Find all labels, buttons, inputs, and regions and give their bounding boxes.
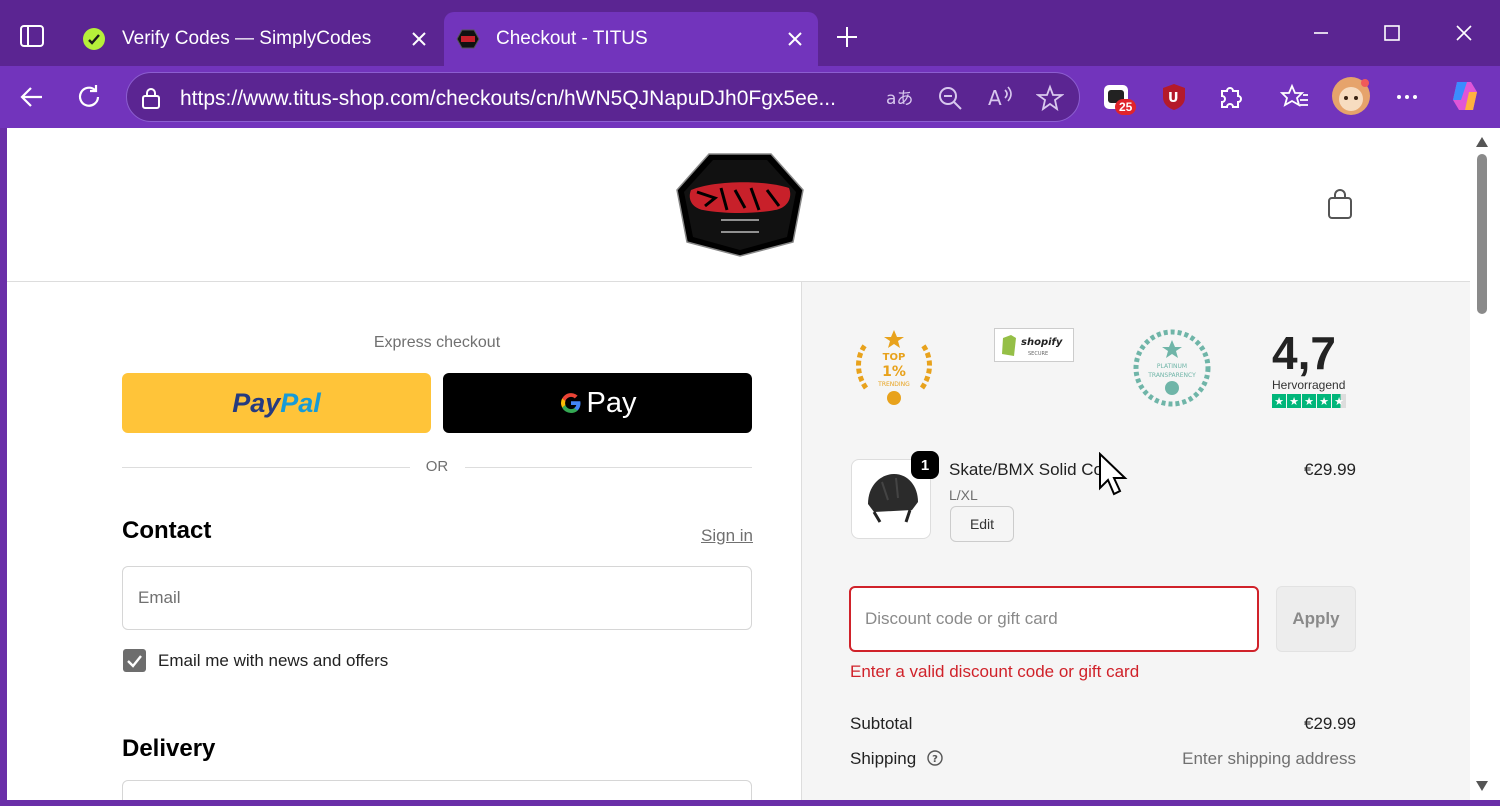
svg-text:TRANSPARENCY: TRANSPARENCY	[1147, 372, 1196, 379]
shipping-label: Shipping	[850, 749, 917, 768]
back-icon[interactable]	[17, 82, 47, 112]
browser-toolbar: https://www.titus-shop.com/checkouts/cn/…	[0, 66, 1500, 128]
checkout-form: Express checkout PayPal Pay OR Contact S…	[7, 282, 801, 800]
url-text: https://www.titus-shop.com/checkouts/cn/…	[180, 87, 836, 110]
google-pay-button[interactable]: Pay	[443, 373, 752, 433]
ublock-shield-icon[interactable]: U	[1159, 82, 1189, 112]
rating-score: 4,7	[1272, 327, 1336, 379]
svg-text:?: ?	[932, 754, 938, 765]
page-viewport: Express checkout PayPal Pay OR Contact S…	[7, 128, 1470, 800]
close-tab-icon[interactable]	[408, 28, 430, 50]
divider-right	[465, 467, 752, 468]
svg-text:shopify: shopify	[1021, 337, 1063, 348]
tab-verify-codes[interactable]: Verify Codes — SimplyCodes	[70, 12, 442, 66]
divider-left	[122, 467, 410, 468]
newsletter-label: Email me with news and offers	[158, 651, 389, 670]
delivery-country-field[interactable]	[122, 780, 752, 800]
close-window-icon[interactable]	[1453, 22, 1475, 44]
rating-label: Hervorragend	[1272, 378, 1346, 392]
profile-avatar-icon[interactable]	[1331, 76, 1371, 116]
delivery-heading: Delivery	[122, 735, 216, 762]
top-trending-badge-icon: TOP 1% TRENDING	[856, 330, 932, 405]
email-input[interactable]	[122, 566, 752, 630]
translate-icon[interactable]: aあ	[885, 85, 913, 111]
favorite-star-icon[interactable]	[1036, 84, 1064, 112]
edit-item-button[interactable]: Edit	[950, 506, 1014, 542]
google-pay-label: Pay	[586, 386, 637, 419]
tab-title: Checkout - TITUS	[496, 28, 648, 49]
favorites-icon[interactable]	[1280, 82, 1310, 112]
svg-text:A: A	[988, 86, 1002, 110]
trustpilot-stars: ★ ★ ★ ★ ★	[1272, 394, 1346, 408]
address-bar[interactable]: https://www.titus-shop.com/checkouts/cn/…	[126, 72, 1080, 122]
shopping-bag-icon[interactable]	[1325, 188, 1355, 220]
mouse-cursor-icon	[1099, 452, 1128, 496]
minimize-icon[interactable]	[1310, 22, 1332, 44]
read-aloud-icon[interactable]: A	[987, 84, 1015, 112]
svg-text:TRENDING: TRENDING	[877, 381, 910, 388]
star-icon: ★	[1332, 394, 1346, 408]
tab-checkout-titus[interactable]: Checkout - TITUS	[444, 12, 818, 66]
star-icon: ★	[1287, 394, 1301, 408]
star-icon: ★	[1272, 394, 1286, 408]
close-tab-icon[interactable]	[784, 28, 806, 50]
svg-text:U: U	[1168, 91, 1179, 106]
or-separator: OR	[425, 458, 449, 475]
svg-text:PLATINUM: PLATINUM	[1157, 363, 1187, 370]
quantity-badge: 1	[911, 451, 939, 479]
platinum-transparency-badge-icon: PLATINUM TRANSPARENCY	[1133, 329, 1211, 407]
svg-text:1%: 1%	[882, 364, 906, 380]
scroll-thumb[interactable]	[1477, 154, 1487, 314]
help-circle-icon[interactable]: ?	[927, 750, 943, 766]
contact-heading: Contact	[122, 517, 212, 544]
page-scrollbar[interactable]	[1470, 128, 1500, 800]
svg-text:TOP: TOP	[883, 352, 906, 363]
discount-error-message: Enter a valid discount code or gift card	[850, 662, 1140, 681]
paypal-button[interactable]: PayPal	[122, 373, 431, 433]
copilot-icon[interactable]	[1447, 78, 1483, 114]
shipping-value: Enter shipping address	[1182, 749, 1356, 768]
express-checkout-label: Express checkout	[373, 334, 501, 351]
extensions-puzzle-icon[interactable]	[1216, 82, 1246, 112]
more-options-icon[interactable]	[1392, 82, 1422, 112]
google-g-icon	[560, 393, 580, 414]
sign-in-link[interactable]: Sign in	[701, 526, 753, 546]
extension-badge: 25	[1115, 99, 1137, 115]
maximize-icon[interactable]	[1381, 22, 1403, 44]
star-icon: ★	[1302, 394, 1316, 408]
product-name: Skate/BMX Solid Co	[949, 460, 1101, 479]
titus-icon	[456, 29, 480, 49]
sidebar-toggle-icon[interactable]	[18, 22, 46, 50]
scroll-down-icon[interactable]	[1475, 780, 1489, 792]
shopify-secure-badge-icon: shopify SECURE	[994, 328, 1074, 362]
simplycodes-icon	[83, 28, 105, 50]
svg-text:aあ: aあ	[886, 89, 913, 109]
checkout-header	[7, 128, 1470, 282]
order-summary: TOP 1% TRENDING shopify SECURE PLATINUM …	[801, 282, 1470, 800]
reload-icon[interactable]	[74, 82, 104, 112]
newsletter-checkbox[interactable]	[123, 649, 146, 672]
checkmark-icon	[127, 655, 142, 668]
svg-text:SECURE: SECURE	[1028, 351, 1048, 357]
tab-title: Verify Codes — SimplyCodes	[122, 28, 372, 49]
product-price: €29.99	[1304, 460, 1356, 479]
lock-icon[interactable]	[140, 86, 162, 110]
new-tab-icon[interactable]	[834, 24, 860, 50]
subtotal-value: €29.99	[1304, 714, 1356, 733]
paypal-wordmark: PayPal	[232, 387, 321, 418]
titus-logo[interactable]	[675, 152, 805, 258]
scroll-up-icon[interactable]	[1475, 136, 1489, 148]
apply-discount-button[interactable]: Apply	[1276, 586, 1356, 652]
star-icon: ★	[1317, 394, 1331, 408]
browser-tab-bar: Verify Codes — SimplyCodes Checkout - TI…	[0, 0, 1500, 66]
subtotal-label: Subtotal	[850, 714, 913, 733]
zoom-out-icon[interactable]	[937, 85, 963, 111]
product-variant: L/XL	[949, 487, 978, 503]
shipping-row: Shipping ? Enter shipping address	[850, 749, 1356, 769]
subtotal-row: Subtotal €29.99	[850, 714, 1356, 734]
discount-code-input[interactable]	[849, 586, 1259, 652]
